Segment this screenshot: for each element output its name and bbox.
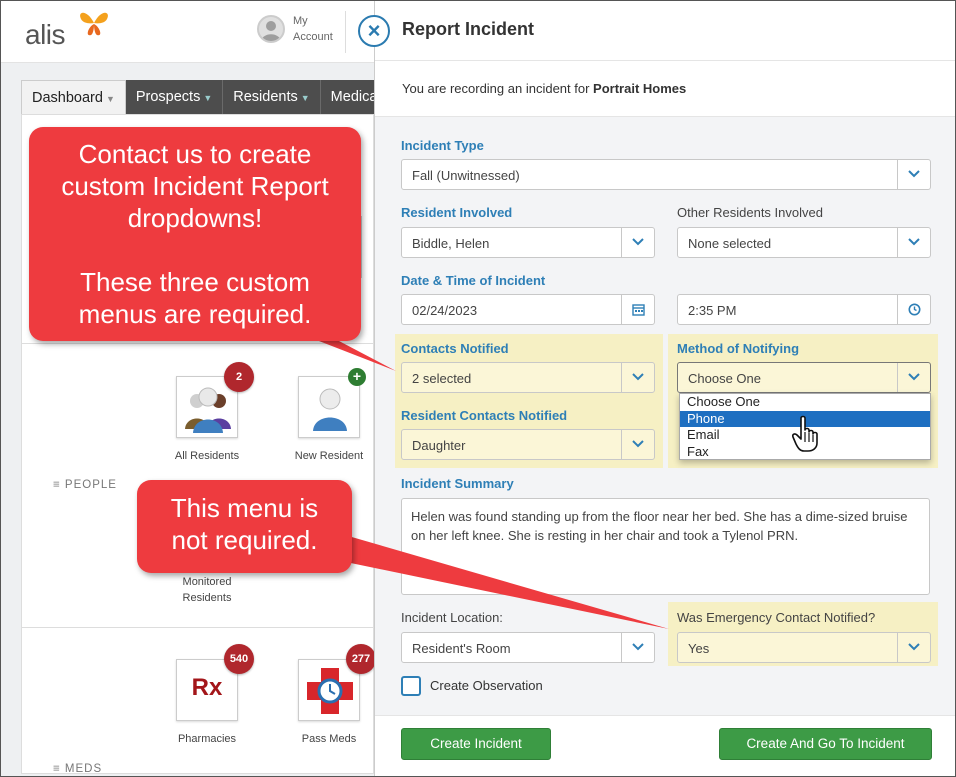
callout-line: custom Incident Report — [61, 171, 329, 201]
callout-line: menus are required. — [78, 299, 312, 329]
hand-pointer-icon — [792, 415, 818, 452]
callout-line: This menu is — [170, 493, 319, 523]
callout-required-menus: Contact us to create custom Incident Rep… — [29, 127, 361, 341]
callout-line: These three custom — [80, 267, 310, 297]
callout-line: not required. — [171, 525, 318, 555]
callout-arrow-bottom — [331, 531, 669, 629]
callout-line: Contact us to create — [78, 139, 312, 169]
callout-line: dropdowns! — [127, 203, 263, 233]
callout-arrows — [301, 321, 669, 629]
screenshot-frame: alis My Account Dashboard ▼ Prospects ▼ Re… — [0, 0, 956, 777]
callout-spacer — [29, 234, 361, 266]
callout-not-required: This menu is not required. — [137, 480, 352, 573]
